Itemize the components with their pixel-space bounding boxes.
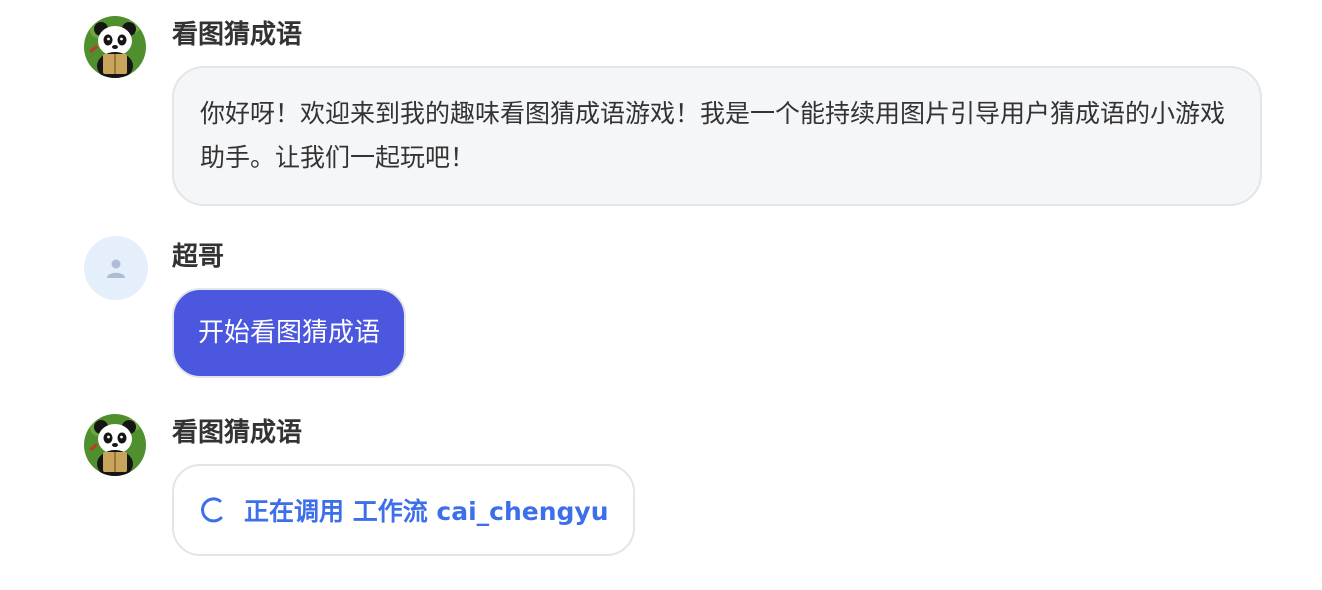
workflow-status-bubble: 正在调用 工作流 cai_chengyu — [172, 464, 635, 556]
loading-spinner-icon — [201, 497, 223, 523]
workflow-status-text: 正在调用 工作流 cai_chengyu — [244, 497, 609, 526]
user-avatar-icon[interactable] — [84, 236, 148, 300]
panda-avatar-icon[interactable] — [84, 414, 146, 476]
sender-name: 超哥 — [172, 242, 225, 272]
message-bubble: 开始看图猜成语 — [172, 288, 407, 378]
sender-name: 看图猜成语 — [172, 20, 303, 50]
message-bubble: 你好呀！欢迎来到我的趣味看图猜成语游戏！我是一个能持续用图片引导用户猜成语的小游… — [172, 66, 1262, 206]
panda-avatar-icon[interactable] — [84, 16, 146, 78]
sender-name: 看图猜成语 — [172, 418, 303, 448]
chat-thread: 看图猜成语 你好呀！欢迎来到我的趣味看图猜成语游戏！我是一个能持续用图片引导用户… — [0, 0, 1322, 590]
